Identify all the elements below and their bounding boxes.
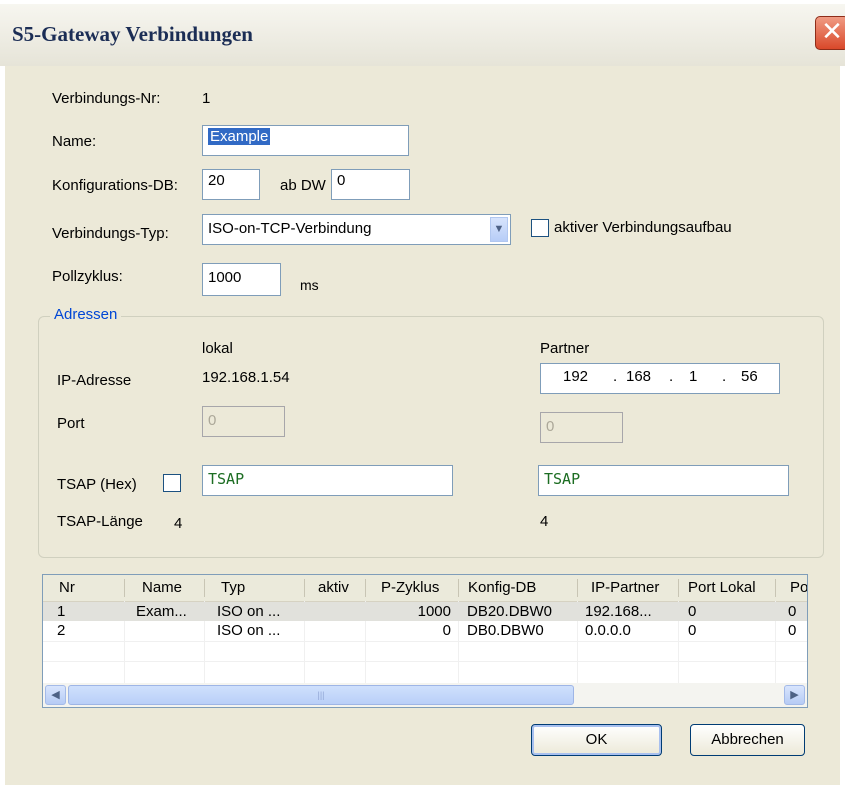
ip-lokal-value: 192.168.1.54 xyxy=(202,369,290,386)
verbindungs-typ-value: ISO-on-TCP-Verbindung xyxy=(208,220,372,237)
adressen-group xyxy=(38,316,824,558)
close-icon[interactable]: ✕ xyxy=(815,16,845,50)
tsap-hex-label: TSAP (Hex) xyxy=(57,476,137,493)
konfig-db-label: Konfigurations-DB: xyxy=(52,177,178,194)
chevron-down-icon[interactable]: ▼ xyxy=(490,217,508,242)
ip-octet-2: 168 xyxy=(626,368,652,385)
cell-port-lokal: 0 xyxy=(688,603,697,620)
verbindungs-nr-value: 1 xyxy=(202,90,211,107)
cell-port-partner: 0 xyxy=(788,603,797,620)
cell-p-zyklus: 0 xyxy=(442,622,451,639)
verbindungs-nr-label: Verbindungs-Nr: xyxy=(52,90,161,107)
port-lokal-field[interactable]: 0 xyxy=(202,406,285,437)
aktiv-label: aktiver Verbindungsaufbau xyxy=(554,219,732,236)
tsap-laenge-label: TSAP-Länge xyxy=(57,513,143,530)
title-bar: S5-Gateway Verbindungen ✕ xyxy=(0,4,845,66)
konfig-db-field[interactable]: 20 xyxy=(202,169,260,200)
partner-label: Partner xyxy=(540,340,590,357)
tsap-lokal-field[interactable]: TSAP xyxy=(202,465,453,496)
cell-port-lokal: 0 xyxy=(688,622,697,639)
tsap-laenge-lokal: 4 xyxy=(174,515,183,532)
column-aktiv[interactable]: aktiv xyxy=(318,579,349,596)
cell-port-partner: 0 xyxy=(788,622,797,639)
column-ip-partner[interactable]: IP-Partner xyxy=(591,579,659,596)
cell-ip-partner: 192.168... xyxy=(585,603,652,620)
column-nr[interactable]: Nr xyxy=(59,579,75,596)
ip-octet-4: 56 xyxy=(741,368,758,385)
pollzyklus-field[interactable]: 1000 xyxy=(202,263,281,296)
name-field[interactable]: Example xyxy=(202,125,409,156)
column-name[interactable]: Name xyxy=(142,579,182,596)
connections-table[interactable]: Nr Name Typ aktiv P-Zyklus Konfig-DB IP-… xyxy=(42,574,808,708)
column-port-partner[interactable]: Po xyxy=(790,579,807,596)
ip-dot-2: . xyxy=(669,368,674,385)
cell-p-zyklus: 1000 xyxy=(417,603,451,620)
cell-nr: 2 xyxy=(57,622,66,639)
tsap-laenge-partner: 4 xyxy=(540,513,549,530)
scroll-right-icon[interactable]: ▶ xyxy=(784,685,805,705)
table-header: Nr Name Typ aktiv P-Zyklus Konfig-DB IP-… xyxy=(43,575,807,602)
ip-partner-field[interactable]: 192 . 168 . 1 . 56 xyxy=(540,363,780,394)
adressen-title: Adressen xyxy=(50,306,122,323)
scrollbar-thumb[interactable]: ||| xyxy=(68,685,574,705)
cell-ip-partner: 0.0.0.0 xyxy=(585,622,631,639)
cell-typ: ISO on ... xyxy=(217,603,281,620)
pollzyklus-unit: ms xyxy=(300,277,319,293)
window-title: S5-Gateway Verbindungen xyxy=(12,22,253,46)
cell-konfig-db: DB20.DBW0 xyxy=(467,603,553,620)
ip-dot-1: . xyxy=(613,368,618,385)
lokal-label: lokal xyxy=(202,340,233,357)
dialog-body: Verbindungs-Nr: 1 Name: Example Konfigur… xyxy=(5,66,840,785)
verbindungs-typ-select[interactable]: ISO-on-TCP-Verbindung ▼ xyxy=(202,214,511,245)
tsap-hex-checkbox[interactable] xyxy=(163,474,181,492)
pollzyklus-label: Pollzyklus: xyxy=(52,268,123,285)
column-port-lokal[interactable]: Port Lokal xyxy=(688,579,756,596)
name-value: Example xyxy=(208,128,271,145)
horizontal-scrollbar[interactable]: ◀ ||| ▶ xyxy=(43,683,807,707)
cell-name: Exam... xyxy=(136,603,187,620)
name-label: Name: xyxy=(52,133,97,150)
ip-octet-1: 192 xyxy=(563,368,589,385)
cancel-button[interactable]: Abbrechen xyxy=(690,724,805,756)
scroll-left-icon[interactable]: ◀ xyxy=(45,685,66,705)
ab-dw-field[interactable]: 0 xyxy=(331,169,410,200)
ab-dw-label: ab DW xyxy=(280,177,326,194)
cell-konfig-db: DB0.DBW0 xyxy=(467,622,544,639)
tsap-partner-field[interactable]: TSAP xyxy=(538,465,789,496)
port-label: Port xyxy=(57,415,85,432)
port-partner-field[interactable]: 0 xyxy=(540,412,623,443)
ip-octet-3: 1 xyxy=(689,368,698,385)
column-konfig-db[interactable]: Konfig-DB xyxy=(468,579,536,596)
column-p-zyklus[interactable]: P-Zyklus xyxy=(381,579,439,596)
verbindungs-typ-label: Verbindungs-Typ: xyxy=(52,225,169,242)
ip-dot-3: . xyxy=(722,368,727,385)
table-row[interactable]: 2 ISO on ... 0 DB0.DBW0 0.0.0.0 0 0 xyxy=(43,621,807,640)
ok-button[interactable]: OK xyxy=(531,724,662,756)
cell-typ: ISO on ... xyxy=(217,622,281,639)
cell-nr: 1 xyxy=(57,603,66,620)
aktiv-checkbox[interactable] xyxy=(531,219,549,237)
column-typ[interactable]: Typ xyxy=(221,579,245,596)
ip-adresse-label: IP-Adresse xyxy=(57,372,132,389)
table-row[interactable]: 1 Exam... ISO on ... 1000 DB20.DBW0 192.… xyxy=(43,602,807,621)
